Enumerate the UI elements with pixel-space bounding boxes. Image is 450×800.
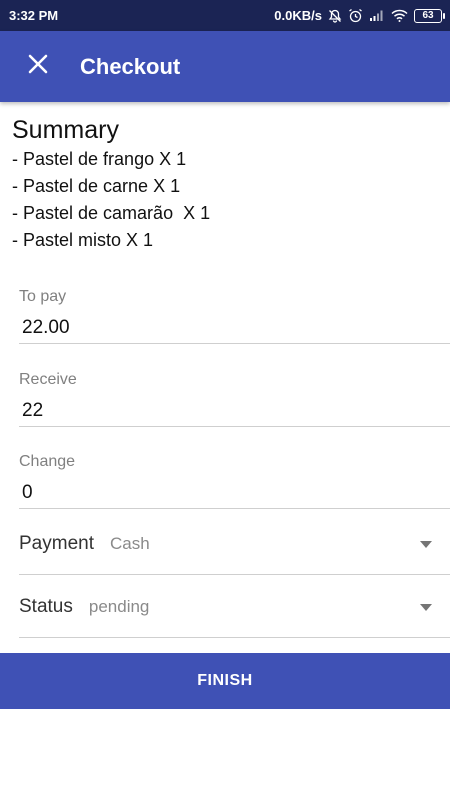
app-bar: Checkout xyxy=(0,31,450,102)
battery-icon: 63 xyxy=(414,8,445,23)
summary-item: - Pastel de frango X 1 xyxy=(12,149,187,169)
change-field: Change xyxy=(19,452,450,509)
receive-label: Receive xyxy=(19,371,77,388)
status-select[interactable]: Status pending xyxy=(19,576,450,638)
status-bar: 3:32 PM 0.0KB/s 63 xyxy=(0,0,450,31)
mute-notification-icon xyxy=(328,9,342,23)
alarm-icon xyxy=(348,8,363,23)
to-pay-field: To pay xyxy=(19,287,450,344)
summary-title: Summary xyxy=(12,116,119,144)
to-pay-label: To pay xyxy=(19,288,67,305)
dropdown-arrow-icon xyxy=(420,598,432,616)
summary-item: - Pastel misto X 1 xyxy=(12,230,154,250)
summary-item: - Pastel de camarão X 1 xyxy=(12,203,211,223)
finish-button[interactable]: FINISH xyxy=(0,653,450,709)
close-icon xyxy=(28,54,48,79)
status-value: pending xyxy=(88,596,150,616)
status-icons: 0.0KB/s 63 xyxy=(274,8,445,23)
to-pay-input[interactable] xyxy=(19,307,450,343)
payment-select[interactable]: Payment Cash xyxy=(19,513,450,575)
receive-field: Receive xyxy=(19,370,450,427)
wifi-icon xyxy=(391,9,408,22)
close-button[interactable] xyxy=(18,47,58,87)
signal-icon xyxy=(369,9,385,22)
payment-label: Payment xyxy=(19,532,94,554)
status-label: Status xyxy=(19,595,73,617)
change-label: Change xyxy=(19,453,76,470)
change-input[interactable] xyxy=(19,472,450,508)
dropdown-arrow-icon xyxy=(420,535,432,553)
network-speed: 0.0KB/s xyxy=(274,8,322,23)
battery-level: 63 xyxy=(422,10,434,21)
order-summary: Summary - Pastel de frango X 1 - Pastel … xyxy=(12,114,210,254)
summary-item: - Pastel de carne X 1 xyxy=(12,176,181,196)
page-title: Checkout xyxy=(80,53,181,79)
receive-input[interactable] xyxy=(19,390,450,426)
payment-value: Cash xyxy=(109,533,150,553)
status-time: 3:32 PM xyxy=(9,8,59,23)
summary-list: - Pastel de frango X 1 - Pastel de carne… xyxy=(12,146,210,254)
